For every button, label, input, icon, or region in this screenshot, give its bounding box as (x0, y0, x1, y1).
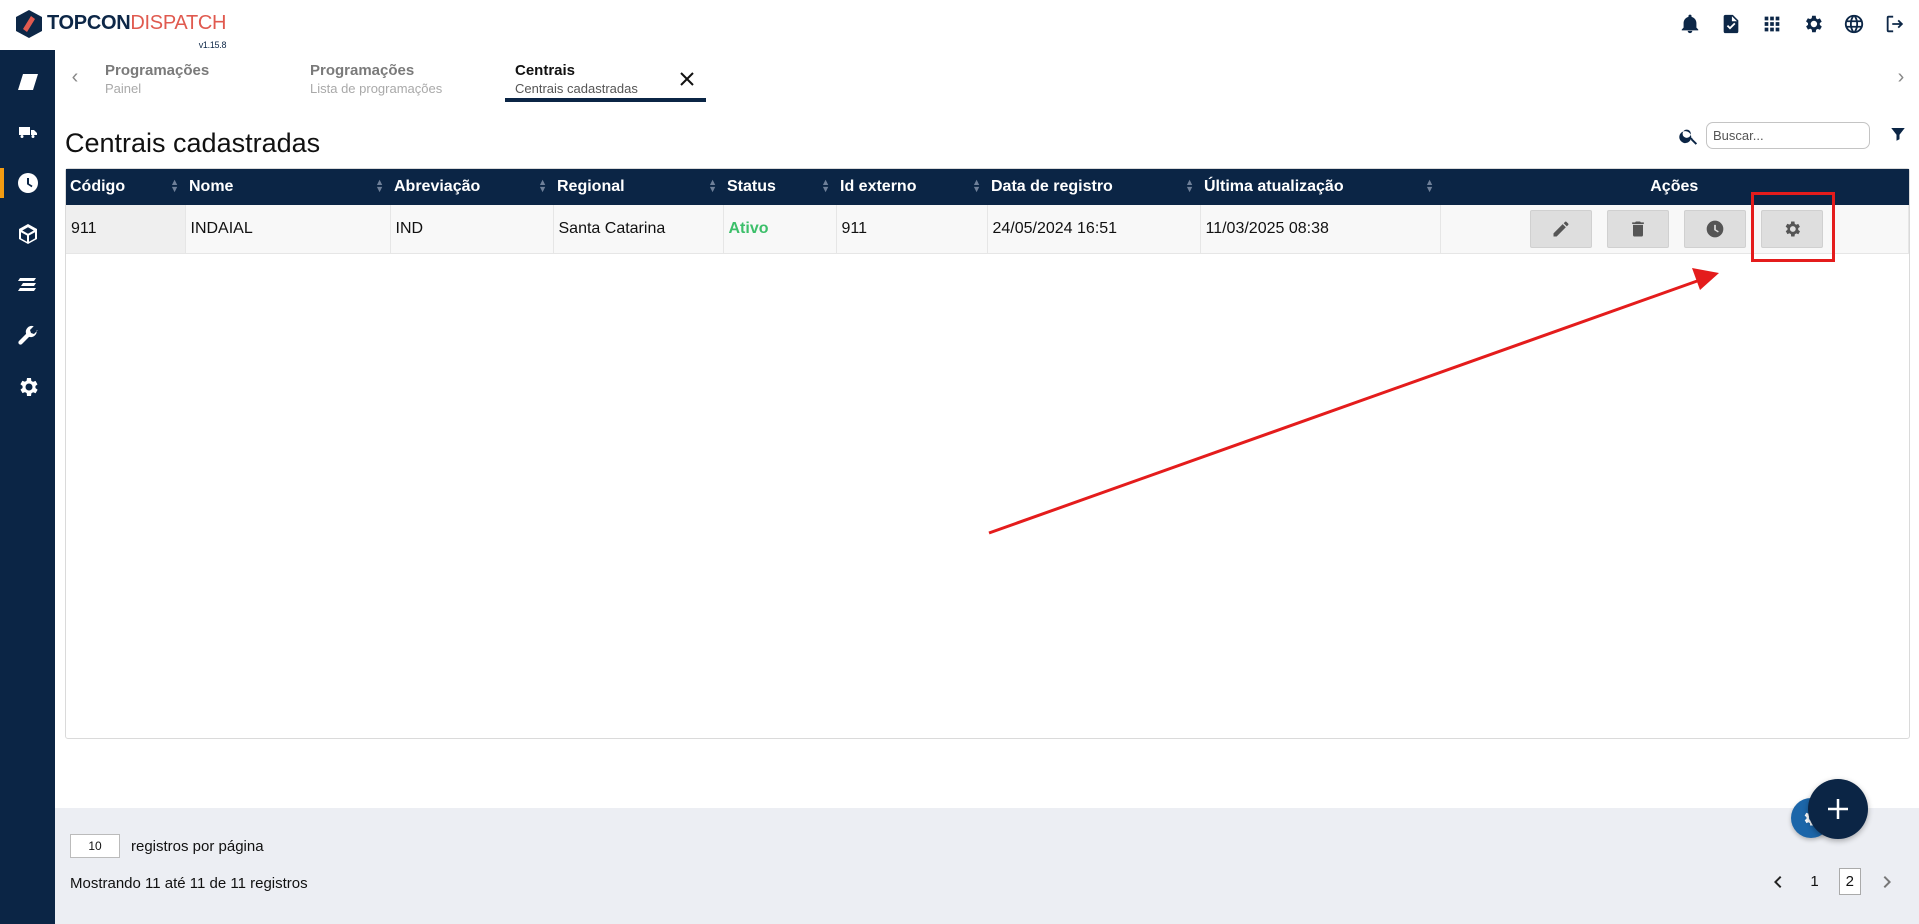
column-header-data-registro[interactable]: Data de registro ▲ ▼ (987, 169, 1200, 205)
status-badge: Ativo (723, 205, 837, 254)
top-icon-bar (1678, 12, 1907, 36)
search-input[interactable] (1706, 122, 1870, 149)
trash-icon (1632, 221, 1644, 237)
search-icon[interactable] (1678, 125, 1700, 147)
column-header-id-externo[interactable]: Id externo ▲ ▼ (836, 169, 987, 205)
tab-centrais[interactable]: Centrais Centrais cadastradas (505, 62, 706, 102)
edit-button[interactable] (1530, 209, 1592, 248)
tab-scroll-right-icon[interactable]: › (1891, 66, 1911, 90)
tab-scroll-left-icon[interactable]: ‹ (65, 66, 85, 90)
sidebar-item-trucks[interactable] (0, 109, 55, 155)
document-check-icon[interactable] (1719, 12, 1743, 36)
tab-programacoes-lista[interactable]: Programações Lista de programações (300, 62, 490, 102)
per-page-label: registros por página (131, 837, 264, 855)
column-header-regional[interactable]: Regional ▲ ▼ (553, 169, 723, 205)
sidebar (0, 50, 55, 924)
edit-icon (1553, 221, 1569, 237)
column-header-abreviacao[interactable]: Abreviação ▲ ▼ (390, 169, 553, 205)
concrete-icon (17, 74, 38, 90)
cell-id-externo: 911 (836, 205, 988, 254)
history-icon (1706, 220, 1724, 238)
logout-icon[interactable] (1883, 12, 1907, 36)
sort-icon[interactable]: ▲ ▼ (170, 178, 179, 194)
truck-icon (18, 127, 37, 138)
sidebar-item-settings[interactable] (0, 364, 55, 410)
sidebar-item-plants[interactable] (0, 211, 55, 257)
filter-icon[interactable] (1889, 125, 1907, 143)
per-page-select[interactable]: 10 (70, 834, 120, 858)
previous-page-button[interactable] (1766, 870, 1790, 894)
page-1[interactable]: 1 (1804, 869, 1824, 894)
clock-icon (17, 173, 38, 193)
wrench-icon (17, 325, 38, 345)
records-summary: Mostrando 11 até 11 de 11 registros (70, 875, 308, 892)
column-header-status[interactable]: Status ▲ ▼ (723, 169, 836, 205)
add-plant-button[interactable] (1808, 779, 1868, 839)
sort-icon[interactable]: ▲ ▼ (1425, 178, 1434, 194)
plants-table: Código ▲ ▼ Nome ▲ ▼ Abreviação ▲ ▼ Regional ▲ ▼ … (65, 168, 1910, 739)
page-title: Centrais cadastradas (65, 128, 321, 158)
apps-grid-icon[interactable] (1760, 12, 1784, 36)
globe-icon[interactable] (1842, 12, 1866, 36)
sort-icon[interactable]: ▲ ▼ (821, 178, 830, 194)
column-header-codigo[interactable]: Código ▲ ▼ (66, 169, 185, 205)
chevron-left-icon (1774, 875, 1782, 888)
sidebar-item-concrete[interactable] (0, 59, 55, 105)
sidebar-item-layers[interactable] (0, 262, 55, 308)
gear-icon[interactable] (1801, 12, 1825, 36)
chevron-right-icon (1883, 875, 1891, 888)
app-logo[interactable]: TOPCONDISPATCH v1.15.8 (14, 9, 226, 50)
pagination: 1 2 (1766, 868, 1899, 895)
brand-name: TOPCONDISPATCH v1.15.8 (47, 12, 226, 50)
page-2-current[interactable]: 2 (1838, 868, 1861, 895)
table-header-row: Código ▲ ▼ Nome ▲ ▼ Abreviação ▲ ▼ Regional ▲ ▼ … (66, 169, 1909, 205)
sort-icon[interactable]: ▲ ▼ (375, 178, 384, 194)
column-header-ultima-atualizacao[interactable]: Última atualização ▲ ▼ (1200, 169, 1440, 205)
plant-icon (18, 224, 37, 244)
cell-abreviacao: IND (390, 205, 554, 254)
cell-codigo: 911 (66, 205, 186, 254)
history-button[interactable] (1684, 209, 1746, 248)
cell-acoes (1440, 205, 1909, 254)
settings-icon (19, 378, 38, 396)
column-header-nome[interactable]: Nome ▲ ▼ (185, 169, 390, 205)
plus-icon (1828, 799, 1848, 819)
pagination-footer: 10 registros por página Mostrando 11 até… (55, 808, 1919, 924)
top-bar: TOPCONDISPATCH v1.15.8 (0, 0, 1919, 50)
sort-icon[interactable]: ▲ ▼ (538, 178, 547, 194)
cell-nome: INDAIAL (185, 205, 391, 254)
sort-icon[interactable]: ▲ ▼ (972, 178, 981, 194)
topcon-logo-icon (16, 10, 42, 38)
bell-icon[interactable] (1678, 12, 1702, 36)
sort-icon[interactable]: ▲ ▼ (1185, 178, 1194, 194)
delete-button[interactable] (1607, 209, 1669, 248)
table-row[interactable]: 911 INDAIAL IND Santa Catarina Ativo 911… (66, 205, 1909, 254)
sidebar-item-schedules[interactable] (0, 160, 55, 206)
layers-icon (17, 278, 36, 291)
sort-icon[interactable]: ▲ ▼ (708, 178, 717, 194)
cell-data-registro: 24/05/2024 16:51 (987, 205, 1201, 254)
cell-regional: Santa Catarina (553, 205, 724, 254)
column-header-acoes: Ações (1440, 169, 1909, 205)
annotation-highlight-box (1751, 192, 1835, 262)
sidebar-item-maintenance[interactable] (0, 313, 55, 359)
next-page-button[interactable] (1875, 870, 1899, 894)
per-page-control: 10 registros por página (70, 834, 264, 858)
close-icon[interactable] (678, 70, 696, 88)
search-bar (1678, 122, 1870, 149)
tab-bar: ‹ Programações Painel Programações Lista… (55, 50, 1919, 108)
cell-ultima-atualizacao: 11/03/2025 08:38 (1200, 205, 1441, 254)
tab-programacoes-painel[interactable]: Programações Painel (95, 62, 285, 102)
